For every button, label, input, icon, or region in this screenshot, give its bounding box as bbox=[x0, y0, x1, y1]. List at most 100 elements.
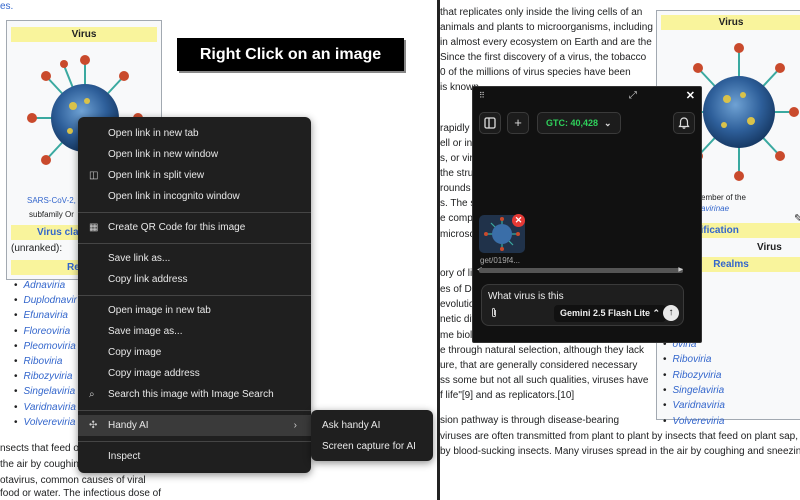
menu-divider bbox=[78, 295, 311, 296]
menu-item-label: Ask handy AI bbox=[322, 420, 381, 431]
menu-item-ask-handy-ai[interactable]: Ask handy AI bbox=[311, 415, 433, 436]
realm-list: Adnaviria Duplodnavir Efunaviria Floreov… bbox=[14, 278, 77, 430]
model-selector[interactable]: Gemini 2.5 Flash Lite ⌃ bbox=[554, 305, 667, 322]
attach-icon[interactable] bbox=[489, 307, 499, 322]
body-text: the air by coughing bbox=[0, 459, 85, 470]
menu-item-copy-image[interactable]: Copy image bbox=[78, 342, 311, 363]
edit-pencil-icon[interactable]: ✎ bbox=[794, 212, 800, 225]
menu-item-inspect[interactable]: Inspect bbox=[78, 446, 311, 467]
credits-dropdown[interactable]: GTC: 40,428 ⌄ bbox=[537, 112, 621, 134]
attachment-filename: get/019f4... bbox=[480, 256, 521, 265]
body-text: f life"[9] and as replicators.[10] bbox=[440, 390, 575, 401]
menu-divider bbox=[78, 410, 311, 411]
menu-item-label: Inspect bbox=[108, 451, 141, 462]
menu-item-copy-link-address[interactable]: Copy link address bbox=[78, 269, 311, 290]
infobox-title: Virus bbox=[11, 27, 157, 42]
send-button[interactable]: ↑ bbox=[663, 305, 679, 321]
menu-item-open-link-new-window[interactable]: Open link in new window bbox=[78, 144, 311, 165]
body-text: s, or vir bbox=[440, 153, 473, 164]
realm-link[interactable]: Riboviria bbox=[663, 352, 725, 367]
menu-divider bbox=[78, 212, 311, 213]
menu-item-open-link-split-view[interactable]: ◫ Open link in split view bbox=[78, 165, 311, 186]
menu-item-label: Copy image bbox=[108, 347, 162, 358]
body-text: viruses are often transmitted from plant… bbox=[440, 431, 800, 442]
body-text: s. The s bbox=[440, 198, 476, 209]
menu-item-open-link-new-tab[interactable]: Open link in new tab bbox=[78, 123, 311, 144]
split-view-icon: ◫ bbox=[89, 170, 99, 181]
remove-attachment-icon[interactable]: ✕ bbox=[512, 214, 525, 227]
realm-link[interactable]: Volvereviria bbox=[663, 414, 725, 429]
body-text: otavirus, common causes of viral bbox=[0, 475, 146, 486]
expand-icon[interactable]: ⤢ bbox=[629, 90, 637, 101]
body-text: e through natural selection, although th… bbox=[440, 345, 645, 356]
realm-link[interactable]: Singelaviria bbox=[663, 383, 725, 398]
menu-divider bbox=[78, 243, 311, 244]
menu-item-label: Copy link address bbox=[108, 274, 188, 285]
horizontal-scrollbar[interactable] bbox=[479, 268, 683, 273]
menu-item-copy-image-address[interactable]: Copy image address bbox=[78, 363, 311, 384]
menu-item-label: Search this image with Image Search bbox=[108, 389, 274, 400]
menu-item-label: Screen capture for AI bbox=[322, 441, 416, 452]
sidebar-icon bbox=[484, 117, 496, 129]
realm-link[interactable]: Varidnaviria bbox=[14, 400, 77, 415]
menu-item-label: Open link in incognito window bbox=[108, 191, 240, 202]
menu-item-label: Handy AI bbox=[108, 420, 149, 431]
menu-item-save-image-as[interactable]: Save image as... bbox=[78, 321, 311, 342]
plus-icon: + bbox=[514, 115, 522, 130]
menu-item-label: Save link as... bbox=[108, 253, 171, 264]
body-text: that replicates only inside the living c… bbox=[440, 7, 643, 18]
sidebar-toggle-button[interactable] bbox=[479, 112, 501, 134]
body-text: ss some but not all such qualities, viru… bbox=[440, 375, 649, 386]
body-text: rounds bbox=[440, 183, 471, 194]
panel-header[interactable]: ⠿ ⤢ ✕ bbox=[473, 87, 701, 103]
chevron-down-icon: ⌄ bbox=[604, 118, 612, 128]
menu-item-handy-ai[interactable]: ✣ Handy AI › bbox=[78, 415, 311, 436]
search-icon: ⌕ bbox=[89, 389, 95, 400]
scroll-right-icon[interactable]: ▶ bbox=[678, 266, 683, 273]
menu-item-label: Open link in new tab bbox=[108, 128, 199, 139]
realm-link[interactable]: Efunaviria bbox=[14, 308, 77, 323]
body-text: by blood-sucking insects. Many viruses s… bbox=[440, 446, 800, 457]
prompt-composer: What virus is this Gemini 2.5 Flash Lite… bbox=[481, 284, 684, 326]
panel-toolbar: + GTC: 40,428 ⌄ bbox=[479, 112, 695, 134]
menu-item-label: Save image as... bbox=[108, 326, 183, 337]
instruction-banner: Right Click on an image bbox=[177, 38, 404, 71]
notifications-button[interactable] bbox=[673, 112, 695, 134]
prompt-input[interactable]: What virus is this bbox=[488, 291, 564, 302]
realm-link[interactable]: Ribozyviria bbox=[14, 369, 77, 384]
model-label: Gemini 2.5 Flash Lite bbox=[560, 308, 651, 318]
submenu-arrow-icon: › bbox=[293, 420, 297, 431]
new-chat-button[interactable]: + bbox=[507, 112, 529, 134]
realm-link[interactable]: Floreoviria bbox=[14, 324, 77, 339]
menu-item-create-qr-code[interactable]: ▦ Create QR Code for this image bbox=[78, 217, 311, 238]
body-text: ory of li bbox=[440, 268, 473, 279]
menu-item-screen-capture-ai[interactable]: Screen capture for AI bbox=[311, 436, 433, 457]
chevron-up-icon: ⌃ bbox=[652, 308, 661, 318]
body-text: Since the first discovery of a virus, th… bbox=[440, 52, 647, 63]
menu-item-label: Open link in split view bbox=[108, 170, 205, 181]
body-text: ure, that are generally considered neces… bbox=[440, 360, 638, 371]
rank-label: (unranked): bbox=[11, 243, 63, 254]
rank-value: Virus bbox=[757, 242, 782, 253]
realm-link[interactable]: Pleomoviria bbox=[14, 339, 77, 354]
menu-item-search-image[interactable]: ⌕ Search this image with Image Search bbox=[78, 384, 311, 405]
paperclip-icon bbox=[492, 307, 496, 318]
realm-link[interactable]: Singelaviria bbox=[14, 384, 77, 399]
menu-item-label: Copy image address bbox=[108, 368, 200, 379]
menu-item-open-link-incognito[interactable]: Open link in incognito window bbox=[78, 186, 311, 207]
realm-link[interactable]: Duplodnavir bbox=[14, 293, 77, 308]
realm-link[interactable]: Ribozyviria bbox=[663, 368, 725, 383]
realm-link[interactable]: Varidnaviria bbox=[663, 398, 725, 413]
realm-link[interactable]: Riboviria bbox=[14, 354, 77, 369]
menu-item-label: Open link in new window bbox=[108, 149, 219, 160]
menu-item-label: Create QR Code for this image bbox=[108, 222, 246, 233]
menu-item-save-link-as[interactable]: Save link as... bbox=[78, 248, 311, 269]
drag-handle-icon[interactable]: ⠿ bbox=[479, 91, 485, 100]
close-icon[interactable]: ✕ bbox=[686, 89, 695, 102]
context-menu: Open link in new tab Open link in new wi… bbox=[78, 117, 311, 473]
body-text: sion pathway is through disease-bearing bbox=[440, 415, 619, 426]
menu-item-open-image-new-tab[interactable]: Open image in new tab bbox=[78, 300, 311, 321]
realm-link[interactable]: Adnaviria bbox=[14, 278, 77, 293]
realm-link[interactable]: Volvereviria bbox=[14, 415, 77, 430]
body-text: food or water. The infectious dose of bbox=[0, 488, 162, 499]
